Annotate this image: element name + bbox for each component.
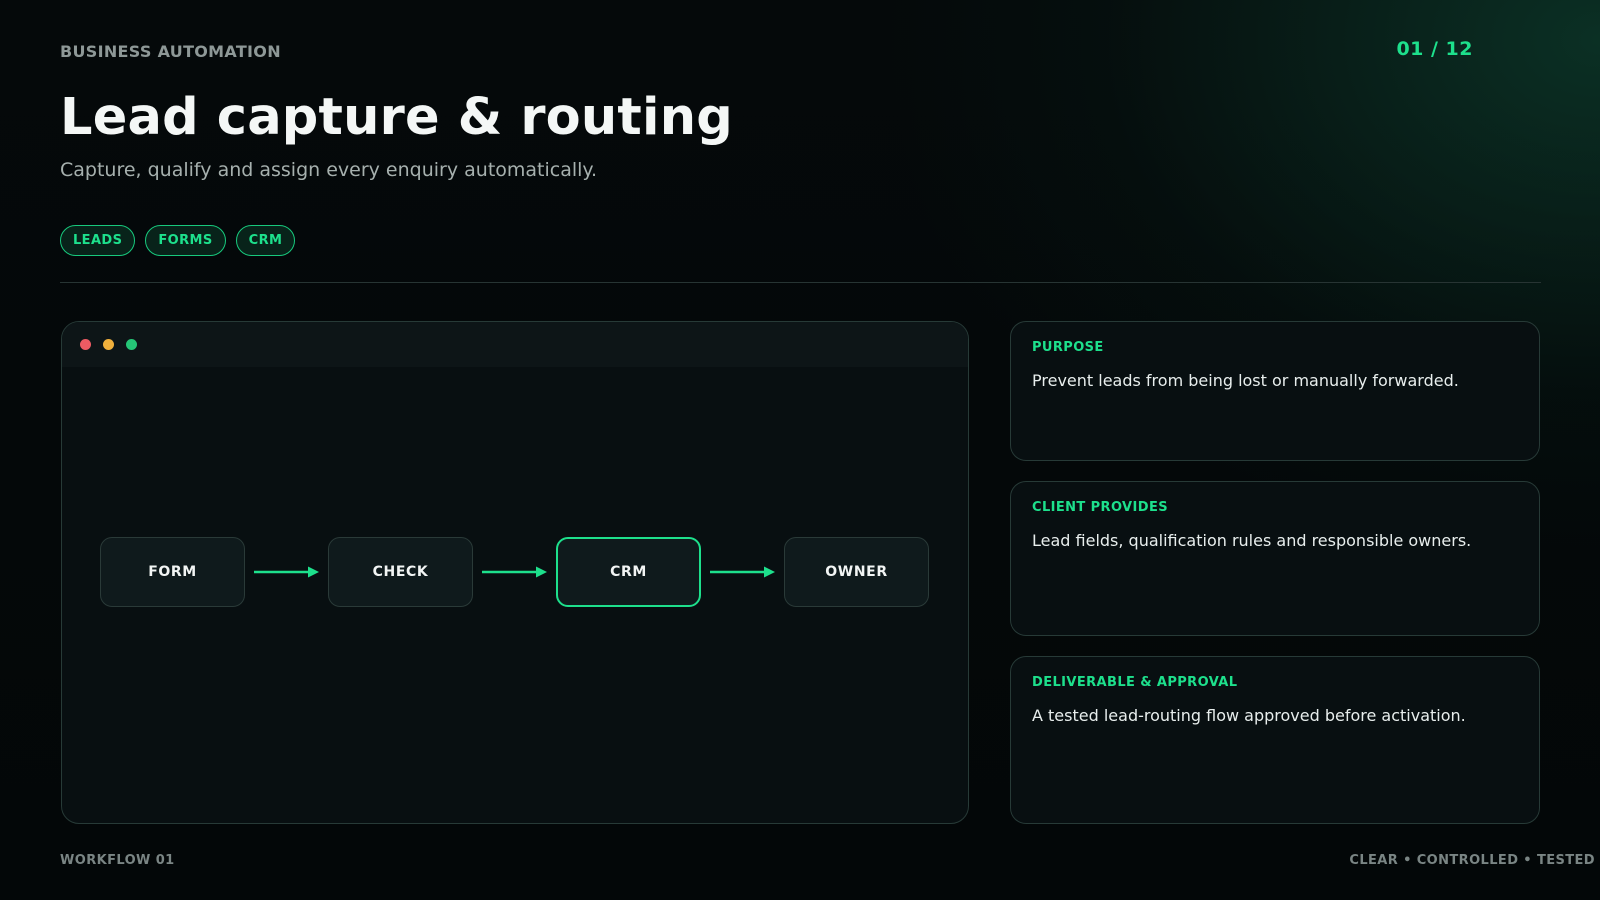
flow-node-form: FORM bbox=[100, 537, 245, 607]
workflow-diagram: FORM CHECK CRM OWNER bbox=[100, 537, 929, 607]
card-label: DELIVERABLE & APPROVAL bbox=[1032, 675, 1238, 690]
card-label: PURPOSE bbox=[1032, 340, 1104, 355]
tag-forms: FORMS bbox=[145, 225, 226, 256]
card-purpose: PURPOSE Prevent leads from being lost or… bbox=[1010, 321, 1540, 461]
flow-node-check: CHECK bbox=[328, 537, 473, 607]
flow-node-crm: CRM bbox=[556, 537, 701, 607]
tag-leads: LEADS bbox=[60, 225, 136, 256]
card-deliverable-approval: DELIVERABLE & APPROVAL A tested lead-rou… bbox=[1010, 656, 1540, 824]
workflow-window: FORM CHECK CRM OWNER bbox=[61, 321, 969, 824]
arrow-right-icon bbox=[473, 565, 556, 579]
header-divider bbox=[60, 282, 1541, 283]
arrow-right-icon bbox=[245, 565, 328, 579]
window-close-icon[interactable] bbox=[80, 339, 91, 350]
card-text: A tested lead-routing flow approved befo… bbox=[1032, 706, 1466, 725]
page-title: Lead capture & routing bbox=[60, 88, 733, 147]
card-text: Lead fields, qualification rules and res… bbox=[1032, 531, 1472, 550]
footer-workflow-label: WORKFLOW 01 bbox=[60, 853, 175, 868]
window-titlebar bbox=[62, 322, 968, 367]
page-subtitle: Capture, qualify and assign every enquir… bbox=[60, 159, 598, 181]
window-minimize-icon[interactable] bbox=[103, 339, 114, 350]
page-counter: 01 / 12 bbox=[1396, 38, 1473, 60]
footer-tagline: CLEAR • CONTROLLED • TESTED bbox=[1349, 853, 1595, 868]
card-client-provides: CLIENT PROVIDES Lead fields, qualificati… bbox=[1010, 481, 1540, 636]
tag-list: LEADS FORMS CRM bbox=[60, 225, 296, 256]
section-eyebrow: BUSINESS AUTOMATION bbox=[60, 42, 281, 61]
flow-node-owner: OWNER bbox=[784, 537, 929, 607]
arrow-right-icon bbox=[701, 565, 784, 579]
card-label: CLIENT PROVIDES bbox=[1032, 500, 1168, 515]
tag-crm: CRM bbox=[235, 225, 296, 256]
card-text: Prevent leads from being lost or manuall… bbox=[1032, 371, 1459, 390]
slide: BUSINESS AUTOMATION 01 / 12 Lead capture… bbox=[0, 0, 1600, 900]
window-maximize-icon[interactable] bbox=[126, 339, 137, 350]
